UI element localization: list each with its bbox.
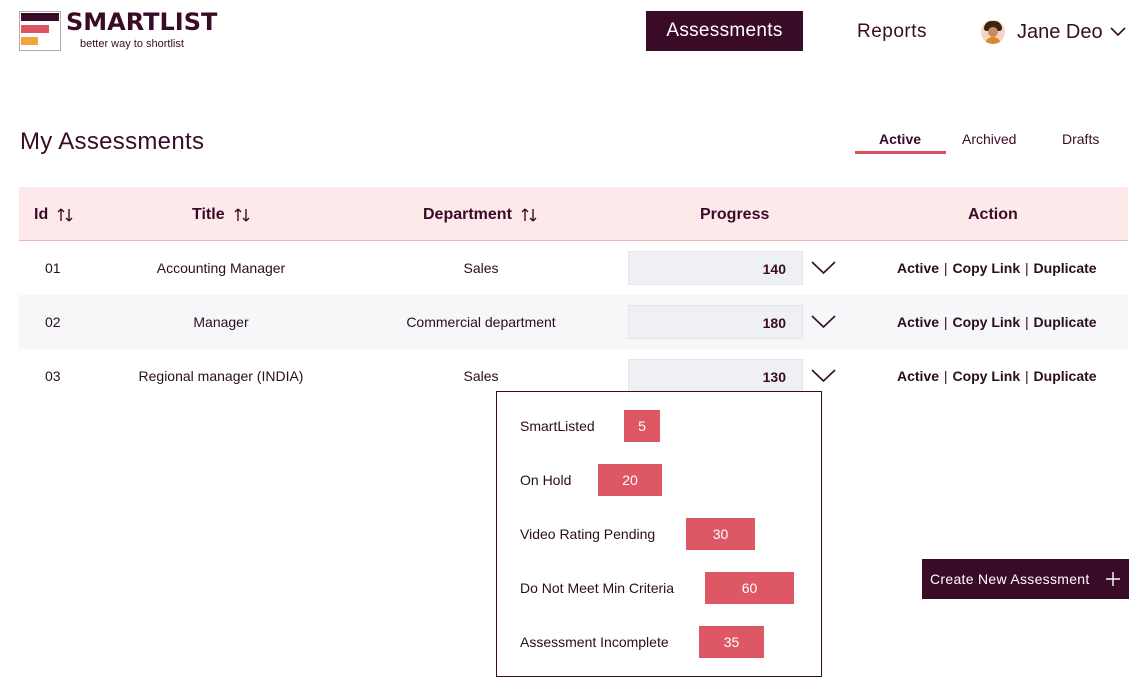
action-separator: | xyxy=(943,314,948,330)
row-department: Sales xyxy=(463,260,499,276)
column-progress: Progress xyxy=(700,206,769,224)
row-department: Sales xyxy=(463,368,499,384)
stat-count-badge: 20 xyxy=(598,464,662,496)
table-row[interactable]: 02 Manager Commercial department 180 Act… xyxy=(19,295,1128,349)
row-title: Regional manager (INDIA) xyxy=(138,368,304,384)
logo-tagline: better way to shortlist xyxy=(80,38,184,50)
stat-count-badge: 35 xyxy=(699,626,764,658)
column-id-label: Id xyxy=(34,206,49,223)
progress-field[interactable]: 130 xyxy=(628,359,803,393)
stat-video-rating-pending[interactable]: Video Rating Pending xyxy=(520,518,655,550)
stat-assessment-incomplete[interactable]: Assessment Incomplete xyxy=(520,626,669,658)
tab-active[interactable]: Active xyxy=(879,131,921,147)
create-new-assessment-button[interactable]: Create New Assessment xyxy=(922,559,1129,599)
logo-mark-icon xyxy=(19,11,61,51)
nav-assessments[interactable]: Assessments xyxy=(646,11,803,51)
user-menu[interactable]: Jane Deo xyxy=(981,19,1126,45)
action-duplicate[interactable]: Duplicate xyxy=(1034,314,1097,330)
row-actions: Active | Copy Link | Duplicate xyxy=(897,260,1097,276)
logo-name: SMARTLIST xyxy=(66,8,218,36)
action-active[interactable]: Active xyxy=(897,260,939,276)
action-copy-link[interactable]: Copy Link xyxy=(952,260,1020,276)
tab-archived[interactable]: Archived xyxy=(962,131,1016,147)
sort-icon[interactable] xyxy=(57,207,73,223)
chevron-down-icon[interactable] xyxy=(811,261,836,275)
plus-icon xyxy=(1106,572,1120,586)
stat-do-not-meet-min-criteria[interactable]: Do Not Meet Min Criteria xyxy=(520,572,674,604)
action-copy-link[interactable]: Copy Link xyxy=(952,314,1020,330)
stat-count-badge: 30 xyxy=(686,518,755,550)
action-active[interactable]: Active xyxy=(897,368,939,384)
progress-breakdown-popup: SmartListed 5 On Hold 20 Video Rating Pe… xyxy=(496,391,822,677)
stat-on-hold[interactable]: On Hold xyxy=(520,464,571,496)
action-separator: | xyxy=(1025,260,1029,276)
progress-field[interactable]: 180 xyxy=(628,305,803,339)
column-progress-label: Progress xyxy=(700,206,770,223)
stat-label: SmartListed xyxy=(520,418,595,434)
progress-field[interactable]: 140 xyxy=(628,251,803,285)
progress-value: 130 xyxy=(762,369,786,385)
user-name: Jane Deo xyxy=(1017,20,1103,43)
progress-value: 140 xyxy=(762,261,786,277)
action-copy-link[interactable]: Copy Link xyxy=(952,368,1020,384)
chevron-down-icon xyxy=(1110,27,1126,37)
create-button-label: Create New Assessment xyxy=(930,571,1090,587)
stat-smartlisted[interactable]: SmartListed xyxy=(520,410,595,442)
page-title: My Assessments xyxy=(20,128,205,155)
avatar xyxy=(981,20,1005,44)
stat-label: Video Rating Pending xyxy=(520,526,656,542)
row-id: 02 xyxy=(45,314,61,330)
chevron-down-icon[interactable] xyxy=(811,315,836,329)
row-id: 03 xyxy=(45,368,61,384)
action-separator: | xyxy=(1025,368,1029,384)
table-header: Id Title Department Progress Action xyxy=(19,187,1128,241)
column-id[interactable]: Id xyxy=(34,206,73,224)
stat-count-badge: 60 xyxy=(705,572,794,604)
row-actions: Active | Copy Link | Duplicate xyxy=(897,314,1097,330)
stat-count-badge: 5 xyxy=(624,410,660,442)
nav-reports[interactable]: Reports xyxy=(857,21,927,43)
column-action: Action xyxy=(968,206,1018,224)
column-department[interactable]: Department xyxy=(423,206,537,224)
stat-label: Do Not Meet Min Criteria xyxy=(520,580,675,596)
row-id: 01 xyxy=(45,260,61,276)
action-duplicate[interactable]: Duplicate xyxy=(1034,260,1097,276)
action-duplicate[interactable]: Duplicate xyxy=(1034,368,1097,384)
logo[interactable]: SMARTLIST better way to shortlist xyxy=(19,8,229,53)
progress-value: 180 xyxy=(762,315,786,331)
action-active[interactable]: Active xyxy=(897,314,939,330)
sort-icon[interactable] xyxy=(521,207,537,223)
stat-label: On Hold xyxy=(520,472,572,488)
chevron-down-icon[interactable] xyxy=(811,369,836,383)
row-title: Accounting Manager xyxy=(156,260,286,276)
column-department-label: Department xyxy=(423,206,512,223)
action-separator: | xyxy=(1025,314,1029,330)
column-title-label: Title xyxy=(192,206,225,223)
table-row[interactable]: 01 Accounting Manager Sales 140 Active |… xyxy=(19,241,1128,295)
tab-active-indicator xyxy=(855,151,946,154)
tab-drafts[interactable]: Drafts xyxy=(1062,131,1099,147)
row-department: Commercial department xyxy=(406,314,556,330)
sort-icon[interactable] xyxy=(234,207,250,223)
action-separator: | xyxy=(943,260,948,276)
stat-label: Assessment Incomplete xyxy=(520,634,669,650)
column-title[interactable]: Title xyxy=(192,206,250,224)
action-separator: | xyxy=(943,368,948,384)
row-actions: Active | Copy Link | Duplicate xyxy=(897,368,1097,384)
row-title: Manager xyxy=(193,314,249,330)
column-action-label: Action xyxy=(968,206,1018,223)
